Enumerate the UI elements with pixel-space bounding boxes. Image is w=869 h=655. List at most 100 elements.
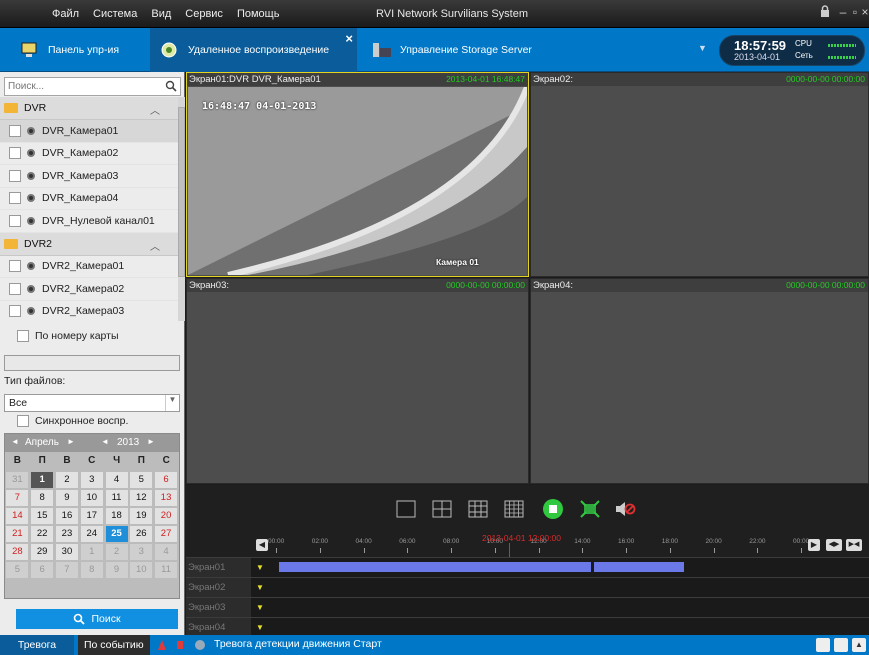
calendar-day[interactable]: 13 xyxy=(155,490,178,506)
tree-item[interactable]: DVR2_Камера02 xyxy=(0,278,178,301)
video-pane-2[interactable]: Экран02: 0000-00-00 00:00:00 xyxy=(530,72,869,277)
tab-list-chevron-icon[interactable]: ▼ xyxy=(698,43,707,53)
calendar-day[interactable]: 29 xyxy=(31,544,54,560)
search-input[interactable] xyxy=(5,78,155,95)
video-feed[interactable]: 16:48:47 04-01-2013 Камера 01 xyxy=(188,87,527,275)
tree-item[interactable]: DVR_Камера02 xyxy=(0,143,178,165)
calendar-day[interactable]: 12 xyxy=(130,490,153,506)
menu-file[interactable]: Файл xyxy=(52,8,79,20)
calendar-day[interactable]: 1 xyxy=(80,544,103,560)
checkbox[interactable] xyxy=(9,147,21,160)
scrollbar-thumb[interactable] xyxy=(178,107,185,277)
calendar-day[interactable]: 10 xyxy=(130,562,153,578)
timeline-row[interactable]: Экран01 ▼ xyxy=(186,557,869,577)
card-number-option[interactable]: По номеру карты xyxy=(17,330,119,342)
calendar-day[interactable]: 27 xyxy=(155,526,178,542)
close-icon[interactable]: × xyxy=(858,5,869,21)
collapse-icon[interactable]: ︿ xyxy=(150,102,160,117)
next-month-icon[interactable]: ► xyxy=(67,437,75,446)
calendar-day[interactable]: 30 xyxy=(55,544,78,560)
tree-group-dvr[interactable]: DVR ︿ xyxy=(0,97,178,120)
tab-by-event[interactable]: По событию xyxy=(78,635,150,655)
row-expand-icon[interactable]: ▼ xyxy=(256,623,264,632)
search-icon[interactable] xyxy=(165,80,177,95)
calendar-day[interactable]: 5 xyxy=(6,562,29,578)
calendar-day[interactable]: 3 xyxy=(80,472,103,488)
calendar-day[interactable]: 18 xyxy=(105,508,128,524)
calendar-day[interactable]: 15 xyxy=(31,508,54,524)
file-type-select[interactable]: Все ▼ xyxy=(4,394,180,412)
timeline-row[interactable]: Экран04 ▼ xyxy=(186,617,869,637)
search-button[interactable]: Поиск xyxy=(16,609,178,629)
mute-icon[interactable] xyxy=(614,500,636,518)
checkbox[interactable] xyxy=(9,282,21,295)
stop-all-icon[interactable] xyxy=(542,498,564,520)
tab-control-panel[interactable]: Панель упр-ия xyxy=(20,28,119,72)
menu-help[interactable]: Помощь xyxy=(237,8,280,20)
calendar-day[interactable]: 22 xyxy=(31,526,54,542)
calendar-day[interactable]: 26 xyxy=(130,526,153,542)
calendar-day[interactable]: 24 xyxy=(80,526,103,542)
calendar-day[interactable]: 4 xyxy=(155,544,178,560)
calendar-day[interactable]: 14 xyxy=(6,508,29,524)
calendar-day[interactable]: 11 xyxy=(105,490,128,506)
calendar-day[interactable]: 23 xyxy=(55,526,78,542)
window-icon[interactable] xyxy=(834,638,848,652)
calendar-day[interactable]: 31 xyxy=(6,472,29,488)
sync-playback-option[interactable]: Синхронное воспр. xyxy=(17,415,128,427)
recording-segment[interactable] xyxy=(279,562,591,572)
calendar-day[interactable]: 8 xyxy=(31,490,54,506)
tree-item[interactable]: DVR_Камера04 xyxy=(0,188,178,210)
timeline-cursor[interactable] xyxy=(509,543,510,557)
checkbox[interactable] xyxy=(9,169,21,182)
layout-4x4-icon[interactable] xyxy=(504,500,524,518)
tree-scrollbar[interactable] xyxy=(178,97,185,321)
calendar-day[interactable]: 2 xyxy=(105,544,128,560)
video-pane-3[interactable]: Экран03: 0000-00-00 00:00:00 xyxy=(186,278,529,484)
row-expand-icon[interactable]: ▼ xyxy=(256,603,264,612)
calendar-day[interactable]: 28 xyxy=(6,544,29,560)
calendar-day[interactable]: 7 xyxy=(6,490,29,506)
checkbox[interactable] xyxy=(9,192,21,205)
calendar-day[interactable]: 6 xyxy=(155,472,178,488)
expand-up-icon[interactable]: ▲ xyxy=(852,638,866,652)
tree-item[interactable]: DVR2_Камера01 xyxy=(0,256,178,278)
calendar-day[interactable]: 2 xyxy=(55,472,78,488)
timeline-prev-icon[interactable]: ◀ xyxy=(256,539,268,551)
calendar-day[interactable]: 16 xyxy=(55,508,78,524)
timeline-next-icon[interactable]: ▶ xyxy=(808,539,820,551)
timeline-ruler[interactable]: ◀ 00:00 02:00 04:00 06:00 08:00 10:00 12:00 14:… xyxy=(186,533,869,557)
video-pane-4[interactable]: Экран04: 0000-00-00 00:00:00 xyxy=(530,278,869,484)
tree-item[interactable]: DVR_Камера01 xyxy=(0,120,178,143)
calendar-day[interactable]: 25 xyxy=(105,526,128,542)
calendar-day[interactable]: 9 xyxy=(55,490,78,506)
fullscreen-icon[interactable] xyxy=(580,500,600,518)
checkbox[interactable] xyxy=(9,124,21,137)
checkbox[interactable] xyxy=(9,260,21,273)
calendar-day[interactable]: 11 xyxy=(155,562,178,578)
recording-segment[interactable] xyxy=(594,562,684,572)
calendar-day[interactable]: 9 xyxy=(105,562,128,578)
timeline-row[interactable]: Экран03 ▼ xyxy=(186,597,869,617)
calendar-day[interactable]: 6 xyxy=(31,562,54,578)
tree-group-dvr2[interactable]: DVR2 ︿ xyxy=(0,232,178,256)
video-pane-1[interactable]: Экран01:DVR DVR_Камера01 2013-04-01 16:4… xyxy=(186,72,529,277)
menu-system[interactable]: Система xyxy=(93,8,137,20)
tab-storage-server[interactable]: Управление Storage Server xyxy=(372,28,532,72)
lock-icon[interactable] xyxy=(818,5,832,21)
tab-remote-playback[interactable]: Удаленное воспроизведение × xyxy=(150,28,357,72)
calendar-day[interactable]: 3 xyxy=(130,544,153,560)
card-number-input[interactable] xyxy=(4,355,180,371)
calendar-day[interactable]: 20 xyxy=(155,508,178,524)
card-number-checkbox[interactable] xyxy=(17,330,29,342)
layout-3x3-icon[interactable] xyxy=(468,500,488,518)
pin-icon[interactable] xyxy=(816,638,830,652)
next-year-icon[interactable]: ► xyxy=(147,437,155,446)
zoom-in-icon[interactable]: ◀▶ xyxy=(826,539,842,551)
zoom-out-icon[interactable]: ▶◀ xyxy=(846,539,862,551)
calendar-day[interactable]: 4 xyxy=(105,472,128,488)
tree-item[interactable]: DVR_Нулевой канал01 xyxy=(0,210,178,233)
calendar-day[interactable]: 17 xyxy=(80,508,103,524)
tab-alarm[interactable]: Тревога xyxy=(0,635,74,655)
calendar-day[interactable]: 10 xyxy=(80,490,103,506)
